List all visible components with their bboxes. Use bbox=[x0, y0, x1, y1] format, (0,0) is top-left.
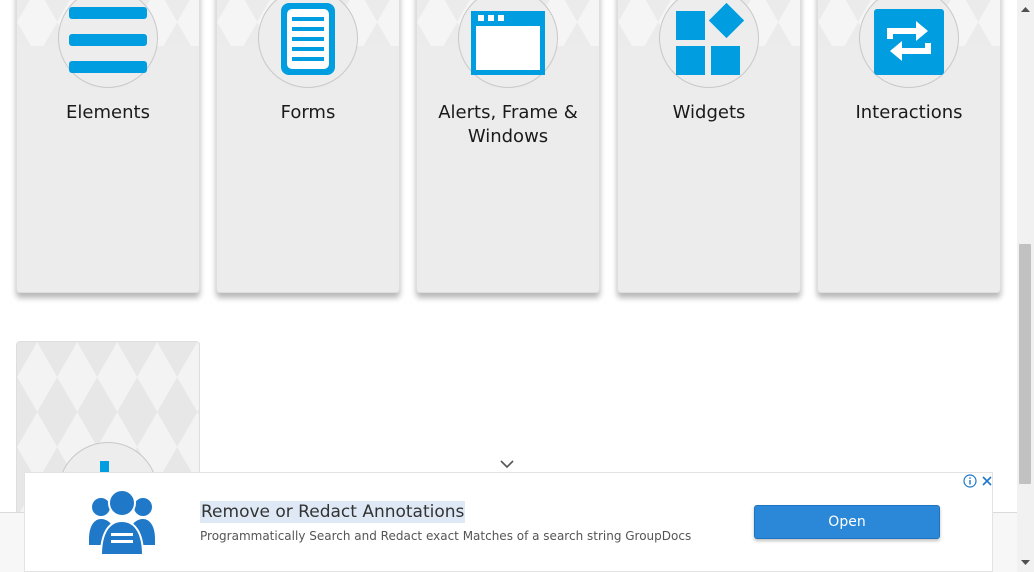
card-forms[interactable]: Forms bbox=[216, 0, 400, 293]
vertical-scrollbar[interactable] bbox=[1017, 0, 1034, 572]
page: Elements Forms Alerts, Frame & Windows W… bbox=[0, 0, 1034, 572]
card-widgets[interactable]: Widgets bbox=[617, 0, 801, 293]
card-icon-circle bbox=[859, 0, 959, 88]
card-alerts-frame-windows[interactable]: Alerts, Frame & Windows bbox=[416, 0, 600, 293]
card-elements[interactable]: Elements bbox=[16, 0, 200, 293]
ad-open-button[interactable]: Open bbox=[754, 505, 940, 539]
close-icon[interactable] bbox=[980, 474, 994, 488]
ad-title[interactable]: Remove or Redact Annotations bbox=[200, 501, 466, 523]
card-label: Elements bbox=[66, 102, 150, 123]
ad-description: Programmatically Search and Redact exact… bbox=[200, 529, 692, 543]
hamburger-menu-icon bbox=[69, 7, 147, 73]
scroll-down-arrow-icon[interactable] bbox=[1021, 560, 1030, 566]
card-label: Interactions bbox=[855, 102, 963, 123]
document-form-icon bbox=[281, 3, 335, 75]
card-interactions[interactable]: Interactions bbox=[817, 0, 1001, 293]
card-icon-circle bbox=[258, 0, 358, 88]
card-label: Forms bbox=[280, 102, 336, 123]
card-icon-circle bbox=[58, 0, 158, 88]
ad-banner[interactable]: Remove or Redact Annotations Programmati… bbox=[24, 472, 993, 572]
card-icon-circle bbox=[659, 0, 759, 88]
scroll-up-arrow-icon[interactable] bbox=[1021, 6, 1030, 12]
chevron-down-icon[interactable] bbox=[499, 459, 515, 469]
info-icon[interactable] bbox=[963, 474, 977, 488]
scrollbar-thumb[interactable] bbox=[1019, 244, 1031, 484]
card-label: Alerts, Frame & Windows bbox=[438, 102, 578, 147]
widgets-icon bbox=[676, 2, 745, 75]
interactions-arrows-icon bbox=[874, 9, 944, 75]
card-icon-circle bbox=[458, 0, 558, 88]
browser-window-icon bbox=[471, 11, 545, 75]
users-group-icon bbox=[89, 489, 155, 556]
card-label: Widgets bbox=[672, 102, 746, 123]
